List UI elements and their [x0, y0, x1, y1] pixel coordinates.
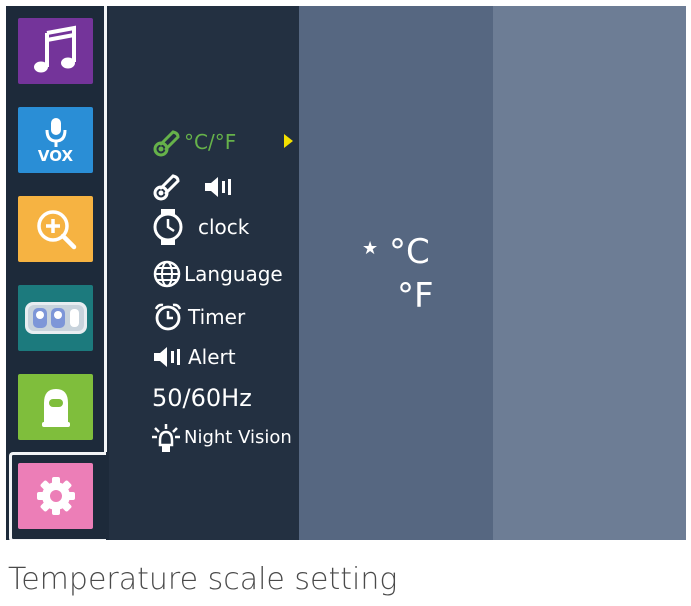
selection-frame [9, 452, 106, 540]
zoom-tile[interactable] [18, 196, 93, 262]
options-panel: ★ °C °F [299, 6, 493, 540]
menu-item-clock[interactable]: clock [109, 209, 299, 245]
menu-item-language[interactable]: Language [109, 259, 299, 289]
camera-tile[interactable] [18, 374, 93, 440]
option-fahrenheit[interactable]: °F [397, 276, 434, 316]
thermometer-speaker-icon [153, 174, 231, 201]
zoom-in-icon [36, 210, 76, 250]
menu-item-label: Night Vision [184, 427, 292, 448]
alarm-clock-icon [154, 303, 182, 331]
night-vision-icon [152, 424, 180, 452]
speaker-icon [154, 347, 180, 367]
menu-item-night-vision[interactable]: Night Vision [109, 423, 299, 453]
vox-tile[interactable]: VOX [18, 107, 93, 173]
camera-group-icon [24, 302, 87, 334]
submenu-arrow-icon [284, 134, 293, 148]
selection-bracket-line [104, 6, 107, 452]
menu-item-timer[interactable]: Timer [109, 302, 299, 332]
vox-label: VOX [37, 147, 74, 165]
microphone-icon [45, 118, 66, 147]
camera-icon [41, 389, 70, 427]
menu-item-temperature-unit[interactable]: °C/°F [109, 127, 299, 157]
menu-item-label: Timer [188, 305, 246, 329]
globe-icon [153, 260, 181, 288]
option-celsius[interactable]: °C [389, 232, 430, 272]
menu-item-label: clock [198, 215, 250, 239]
menu-item-frequency[interactable]: 50/60Hz [109, 383, 299, 413]
selected-star-icon: ★ [362, 238, 379, 259]
cameras-tile[interactable] [18, 285, 93, 351]
menu-item-alert[interactable]: Alert [109, 342, 299, 372]
menu-item-label: Language [184, 262, 283, 286]
music-tile[interactable] [18, 18, 93, 84]
music-note-icon [33, 25, 76, 73]
caption: Temperature scale setting [8, 562, 398, 597]
settings-menu: °C/°F clock Language Timer Alert 50/60Hz… [109, 6, 299, 540]
watch-icon [153, 209, 183, 245]
menu-item-label: 50/60Hz [152, 384, 252, 412]
empty-panel [493, 6, 686, 540]
menu-item-label: °C/°F [184, 130, 237, 154]
menu-item-temperature-alert[interactable] [109, 171, 299, 201]
thermometer-icon [153, 130, 180, 157]
device-screen: VOX °C/°F clock Language Timer Alert 50/… [6, 6, 686, 540]
menu-item-label: Alert [188, 345, 236, 369]
